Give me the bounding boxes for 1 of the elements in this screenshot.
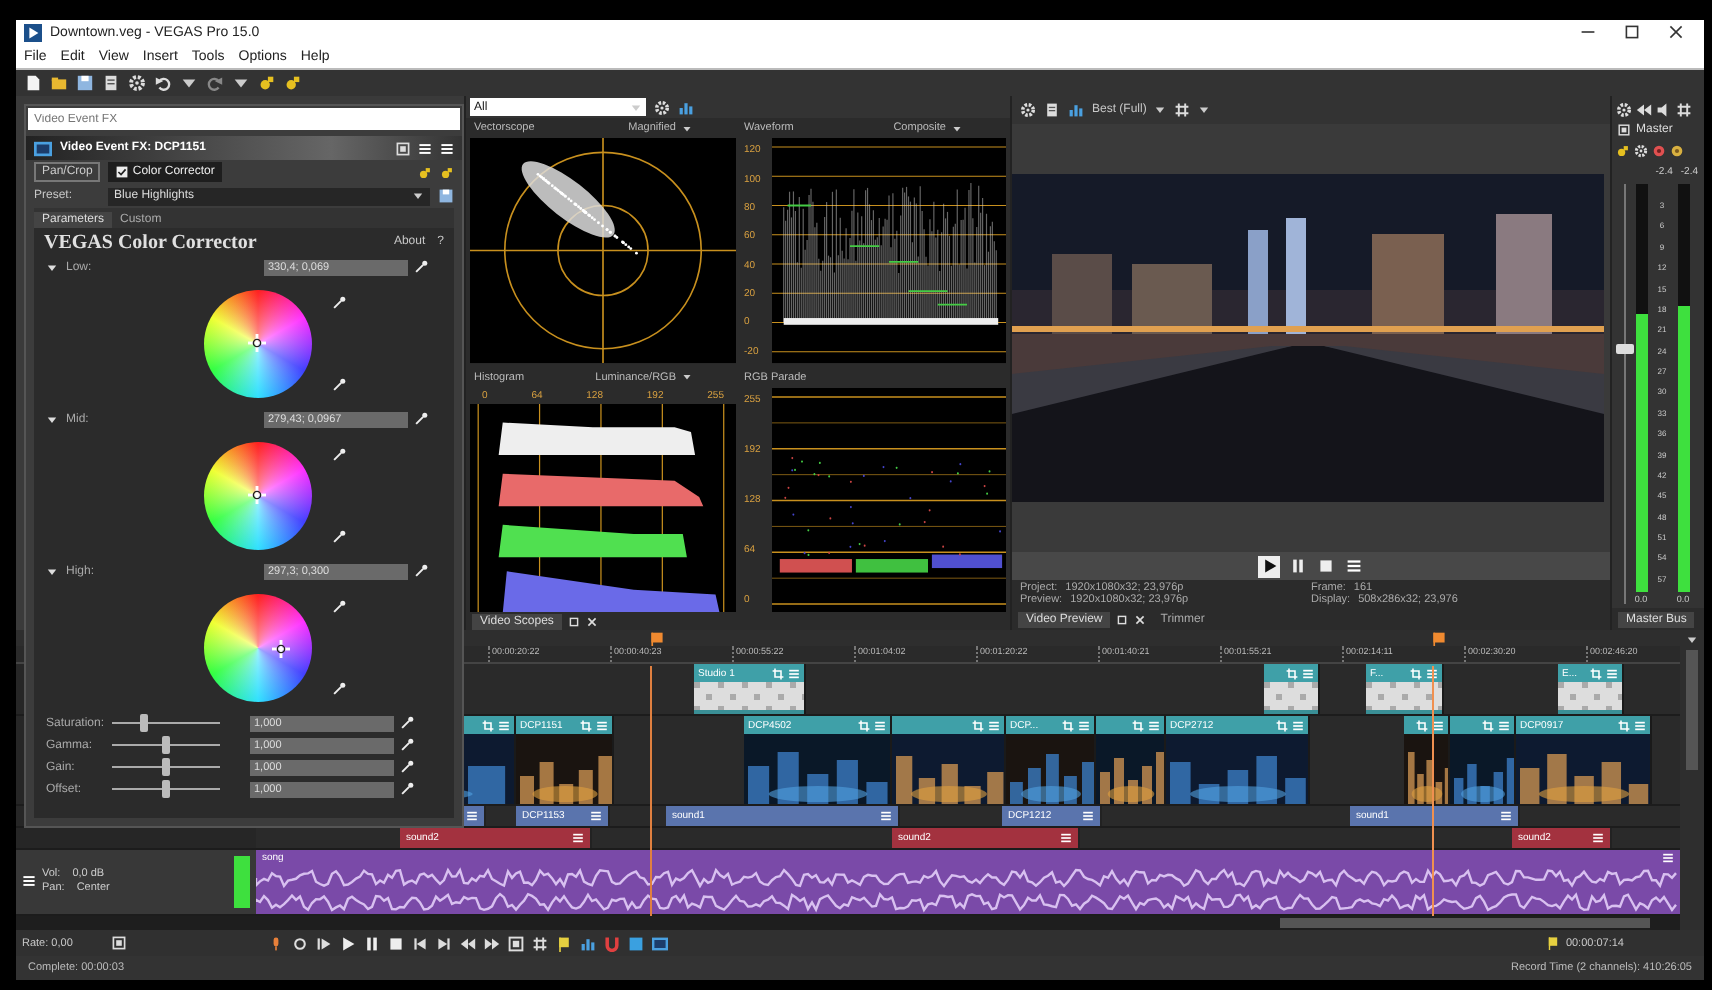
plugin-title: VEGAS Color Corrector xyxy=(44,231,257,253)
